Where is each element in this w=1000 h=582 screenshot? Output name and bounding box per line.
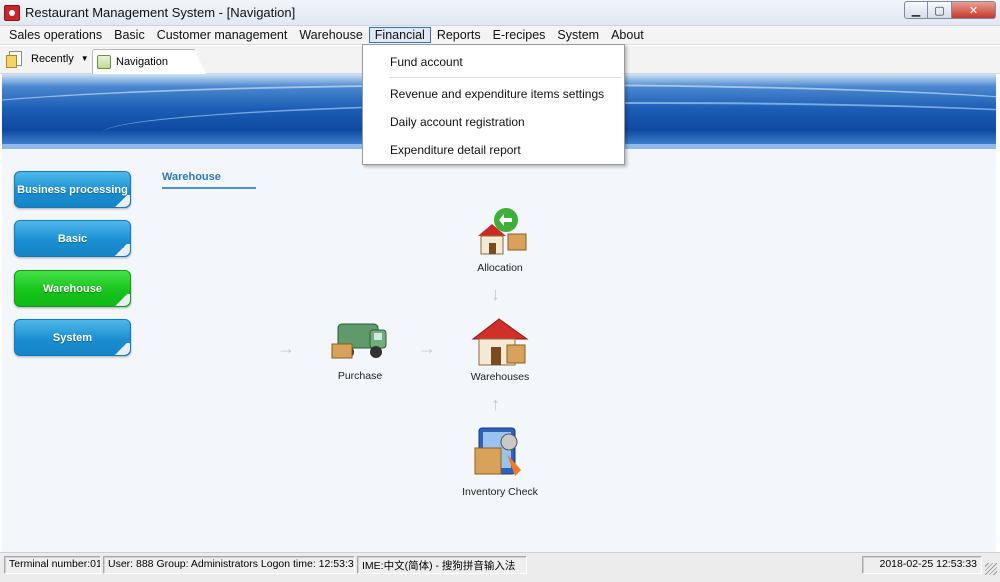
allocation-node[interactable]: Allocation	[455, 206, 545, 274]
inventory-check-node[interactable]: Inventory Check	[455, 424, 545, 498]
window-title: Restaurant Management System - [Navigati…	[25, 5, 296, 20]
allocation-icon	[478, 208, 527, 255]
recently-label: Recently	[31, 52, 74, 65]
menu-reports[interactable]: Reports	[431, 27, 487, 43]
inventory-check-label: Inventory Check	[462, 486, 538, 498]
arrow-right-icon: →	[277, 338, 295, 358]
menu-item-daily-account-registration[interactable]: Daily account registration	[390, 115, 525, 129]
arrow-up-icon: ↑	[491, 394, 500, 414]
status-user-info: User: 888 Group: Administrators Logon ti…	[103, 556, 355, 574]
menu-item-revenue-expenditure-settings[interactable]: Revenue and expenditure items settings	[390, 87, 604, 101]
section-title: Warehouse	[162, 171, 221, 183]
menu-bar: Sales operations Basic Customer manageme…	[0, 26, 1000, 45]
close-button[interactable]: ✕	[952, 1, 996, 19]
truck-icon	[331, 323, 387, 359]
status-ime: IME:中文(简体) - 搜狗拼音输入法	[357, 556, 527, 574]
purchase-node[interactable]: Purchase	[315, 316, 405, 382]
app-icon	[4, 5, 20, 21]
navigation-panel: Business processing Basic Warehouse Syst…	[2, 149, 996, 552]
maximize-button[interactable]: ▢	[928, 1, 952, 19]
tab-navigation-label: Navigation	[116, 56, 168, 68]
navigation-icon	[97, 55, 111, 69]
inventory-check-icon	[474, 427, 521, 476]
status-bar: Terminal number:01 User: 888 Group: Admi…	[0, 552, 1000, 582]
warehouses-node[interactable]: Warehouses	[455, 317, 545, 383]
sidebar-system-button[interactable]: System	[14, 319, 131, 356]
menu-item-expenditure-detail-report[interactable]: Expenditure detail report	[390, 143, 521, 157]
menu-customer-management[interactable]: Customer management	[151, 27, 294, 43]
warehouses-label: Warehouses	[470, 371, 530, 383]
status-terminal: Terminal number:01	[4, 556, 101, 574]
sidebar-warehouse-button[interactable]: Warehouse	[14, 270, 131, 307]
dropdown-arrow-icon: ▼	[80, 54, 89, 63]
resize-grip-icon[interactable]	[985, 563, 997, 575]
title-bar: Restaurant Management System - [Navigati…	[0, 0, 1000, 26]
allocation-label: Allocation	[477, 262, 523, 274]
financial-dropdown-menu: Fund account Revenue and expenditure ite…	[362, 44, 625, 165]
tab-navigation[interactable]: Navigation	[92, 49, 206, 74]
status-datetime: 2018-02-25 12:53:33	[862, 556, 982, 574]
menu-basic[interactable]: Basic	[108, 27, 151, 43]
menu-warehouse[interactable]: Warehouse	[293, 27, 368, 43]
warehouse-house-icon	[471, 318, 529, 366]
menu-separator	[389, 77, 621, 78]
section-underline	[162, 187, 256, 189]
menu-financial[interactable]: Financial	[368, 27, 431, 43]
window-controls: ▁ ▢ ✕	[904, 1, 996, 19]
menu-about[interactable]: About	[605, 27, 650, 43]
arrow-right-icon: →	[418, 338, 436, 358]
sidebar-business-processing-button[interactable]: Business processing	[14, 171, 131, 208]
menu-e-recipes[interactable]: E-recipes	[487, 27, 552, 43]
menu-system[interactable]: System	[551, 27, 605, 43]
arrow-down-icon: ↓	[491, 284, 500, 304]
recent-documents-icon	[6, 51, 22, 68]
minimize-button[interactable]: ▁	[904, 1, 928, 19]
sidebar-basic-button[interactable]: Basic	[14, 220, 131, 257]
menu-sales-operations[interactable]: Sales operations	[3, 27, 108, 43]
recently-button[interactable]: Recently ▼	[6, 51, 89, 68]
purchase-label: Purchase	[337, 370, 383, 382]
menu-item-fund-account[interactable]: Fund account	[390, 55, 463, 69]
